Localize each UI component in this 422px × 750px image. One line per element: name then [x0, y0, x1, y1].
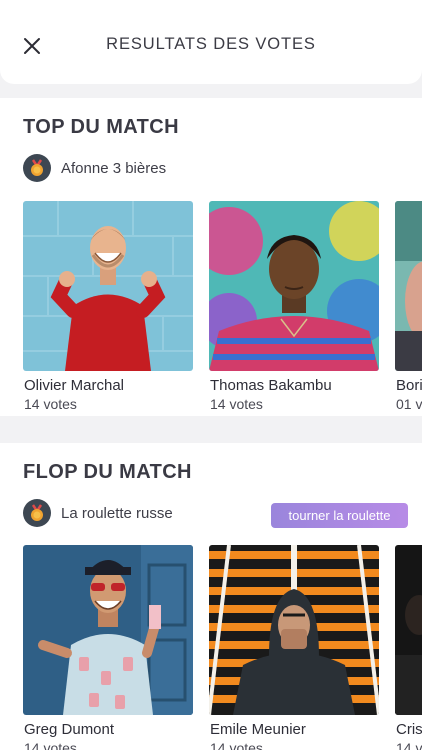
player-photo	[395, 201, 422, 371]
player-votes: 14 votes	[24, 396, 77, 412]
medal-badge	[23, 154, 51, 182]
player-card[interactable]: Greg Dumont 14 votes	[23, 545, 193, 750]
player-photo	[23, 545, 193, 715]
top-section-title: TOP DU MATCH	[23, 116, 179, 138]
top-category-label: Afonne 3 bières	[61, 160, 167, 177]
player-photo	[23, 201, 193, 371]
medal-icon	[31, 159, 43, 176]
player-card[interactable]: Olivier Marchal 14 votes	[23, 201, 193, 412]
top-section: TOP DU MATCH Afonne 3 bières Olivier Mar…	[0, 98, 422, 416]
player-card[interactable]: Emile Meunier 14 votes	[209, 545, 379, 750]
flop-section-title: FLOP DU MATCH	[23, 461, 192, 483]
medal-badge	[23, 499, 51, 527]
player-card[interactable]: Thomas Bakambu 14 votes	[209, 201, 379, 412]
player-card[interactable]: Cris 14 vo	[395, 545, 422, 750]
player-photo	[209, 545, 379, 715]
flop-section: FLOP DU MATCH La roulette russe tourner …	[0, 443, 422, 750]
player-votes: 01 vo	[396, 396, 422, 412]
flop-category-label: La roulette russe	[61, 505, 173, 522]
player-votes: 14 votes	[24, 740, 77, 750]
spin-roulette-button[interactable]: tourner la roulette	[271, 503, 408, 528]
player-name: Cris	[396, 721, 422, 738]
medal-icon	[31, 504, 43, 521]
player-name: Emile Meunier	[210, 721, 306, 738]
top-players-carousel[interactable]: Olivier Marchal 14 votes Thomas Bakambu …	[23, 201, 422, 416]
player-votes: 14 vo	[396, 740, 422, 750]
player-name: Greg Dumont	[24, 721, 115, 738]
flop-players-carousel[interactable]: Greg Dumont 14 votes Emile Meunier 14 vo…	[23, 545, 422, 750]
player-name: Olivier Marchal	[24, 377, 125, 394]
player-photo	[395, 545, 422, 715]
player-card[interactable]: Bori 01 vo	[395, 201, 422, 412]
player-photo	[209, 201, 379, 371]
player-name: Thomas Bakambu	[210, 377, 332, 394]
player-votes: 14 votes	[210, 740, 263, 750]
page-title: RESULTATS DES VOTES	[106, 35, 316, 53]
player-name: Bori	[396, 377, 422, 394]
player-votes: 14 votes	[210, 396, 263, 412]
header-bar: RESULTATS DES VOTES	[0, 0, 422, 84]
